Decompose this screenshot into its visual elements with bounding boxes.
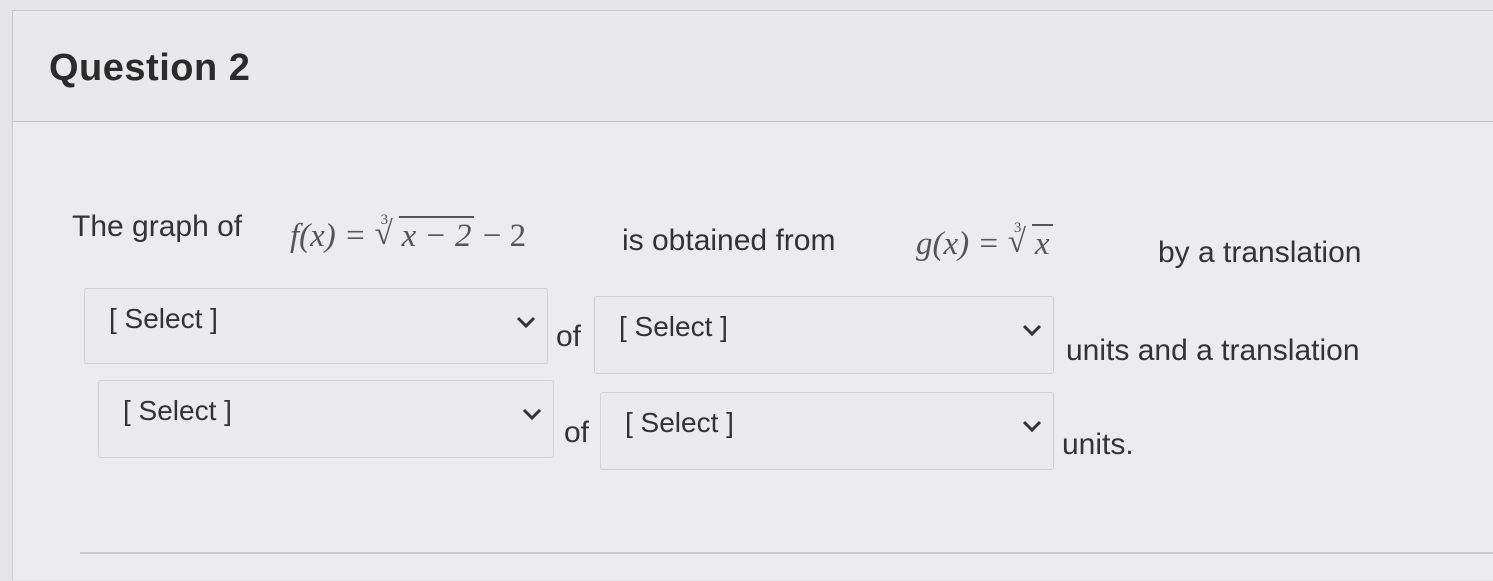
f-root-symbol: √ <box>374 216 393 252</box>
amount-select-1-value: [ Select ] <box>619 311 728 342</box>
amount-select-2-value: [ Select ] <box>625 407 734 438</box>
chevron-down-icon <box>516 316 536 329</box>
g-label: g(x) = <box>916 226 1008 262</box>
g-formula: g(x) = 3 √ x <box>916 220 1053 263</box>
connector-of-1: of <box>556 320 582 353</box>
end-text: by a translation <box>1158 236 1362 269</box>
g-root-symbol: √ <box>1007 224 1027 260</box>
direction-select-1-value: [ Select ] <box>109 303 218 334</box>
direction-select-1[interactable]: [ Select ] <box>84 288 548 364</box>
g-cube-root: 3 √ x <box>1007 220 1053 263</box>
middle-text: is obtained from <box>622 224 836 257</box>
connector-of-2: of <box>564 416 590 449</box>
chevron-down-icon <box>1022 324 1042 337</box>
direction-select-2[interactable]: [ Select ] <box>98 380 554 458</box>
question-title: Question 2 <box>49 47 251 89</box>
f-formula: f(x) = 3 √ x − 2 − 2 <box>290 212 527 255</box>
g-radicand: x <box>1034 226 1050 262</box>
chevron-down-icon <box>1022 420 1042 433</box>
card-bottom-divider <box>80 552 1493 554</box>
f-radicand: x − 2 <box>401 218 472 254</box>
direction-select-2-value: [ Select ] <box>123 395 232 426</box>
amount-select-1[interactable]: [ Select ] <box>594 296 1054 374</box>
f-label: f(x) = <box>290 218 375 254</box>
trailing-text-2: units. <box>1062 428 1134 461</box>
question-header: Question 2 <box>13 11 1493 122</box>
f-cube-root: 3 √ x − 2 <box>374 212 475 255</box>
chevron-down-icon <box>522 408 542 421</box>
f-tail: − 2 <box>474 218 527 254</box>
amount-select-2[interactable]: [ Select ] <box>600 392 1054 470</box>
prompt-start-text: The graph of <box>72 210 243 243</box>
trailing-text-1: units and a translation <box>1066 334 1360 367</box>
